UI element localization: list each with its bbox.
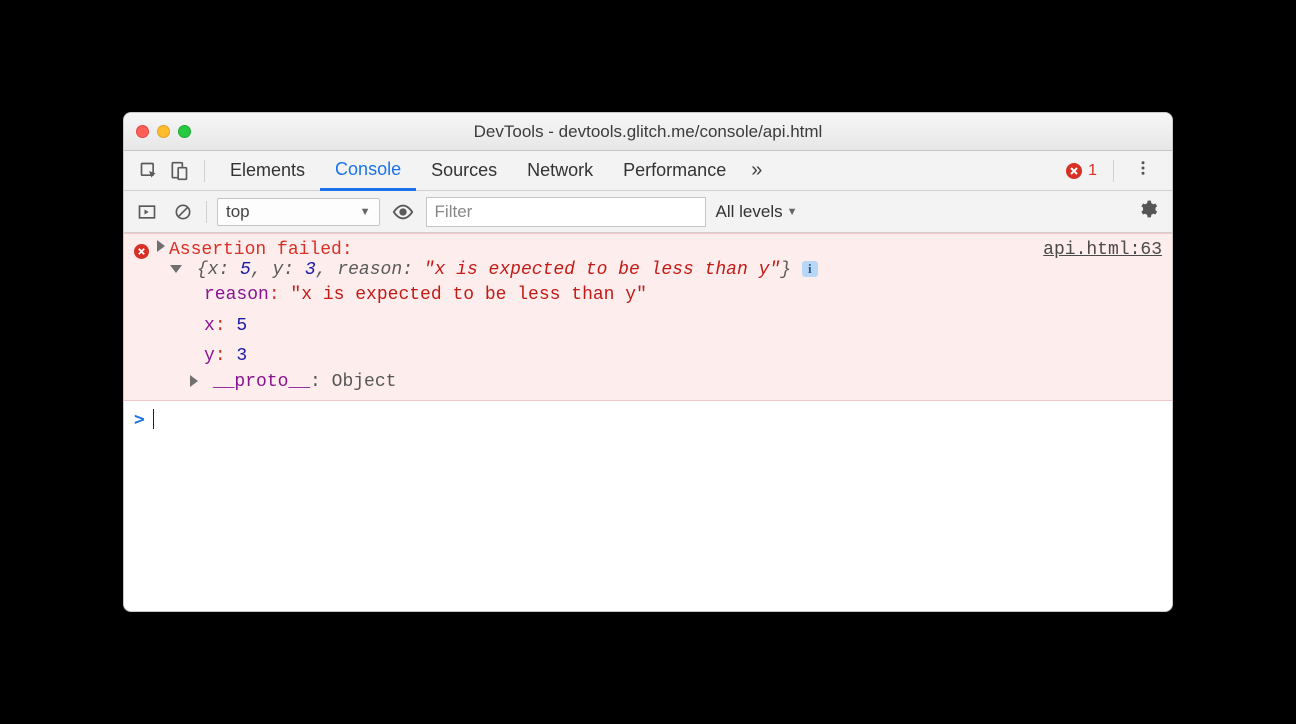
source-link[interactable]: api.html:63 bbox=[1043, 240, 1162, 260]
close-icon[interactable] bbox=[136, 125, 149, 138]
kebab-menu-icon[interactable] bbox=[1124, 159, 1162, 182]
separator bbox=[206, 201, 207, 223]
levels-label: All levels bbox=[716, 202, 783, 222]
clear-console-icon[interactable] bbox=[170, 199, 196, 225]
context-label: top bbox=[226, 202, 250, 222]
separator bbox=[1113, 160, 1114, 182]
object-properties: reason: "x is expected to be less than y… bbox=[134, 280, 1162, 372]
traffic-lights bbox=[136, 125, 191, 138]
main-tabbar: Elements Console Sources Network Perform… bbox=[124, 151, 1172, 191]
expand-toggle-icon[interactable] bbox=[190, 375, 198, 387]
zoom-icon[interactable] bbox=[178, 125, 191, 138]
console-toolbar: top ▼ Filter All levels ▼ bbox=[124, 191, 1172, 233]
devtools-window: DevTools - devtools.glitch.me/console/ap… bbox=[123, 112, 1173, 612]
error-icon bbox=[134, 244, 149, 259]
error-badge[interactable]: 1 bbox=[1066, 162, 1097, 180]
minimize-icon[interactable] bbox=[157, 125, 170, 138]
log-levels-select[interactable]: All levels ▼ bbox=[716, 202, 798, 222]
collapse-toggle-icon[interactable] bbox=[170, 265, 182, 273]
console-prompt[interactable]: > bbox=[124, 401, 1172, 438]
context-select[interactable]: top ▼ bbox=[217, 198, 380, 226]
chevron-down-icon: ▼ bbox=[787, 206, 798, 218]
tab-sources[interactable]: Sources bbox=[416, 151, 512, 191]
tab-console[interactable]: Console bbox=[320, 151, 416, 191]
error-count: 1 bbox=[1088, 162, 1097, 180]
tab-network[interactable]: Network bbox=[512, 151, 608, 191]
separator bbox=[204, 160, 205, 182]
window-title: DevTools - devtools.glitch.me/console/ap… bbox=[124, 122, 1172, 142]
titlebar: DevTools - devtools.glitch.me/console/ap… bbox=[124, 113, 1172, 151]
info-icon[interactable]: i bbox=[802, 261, 818, 277]
expand-toggle-icon[interactable] bbox=[157, 240, 165, 252]
tab-elements[interactable]: Elements bbox=[215, 151, 320, 191]
sidebar-toggle-icon[interactable] bbox=[134, 199, 160, 225]
gear-icon[interactable] bbox=[1134, 199, 1162, 224]
object-preview[interactable]: {x: 5, y: 3, reason: "x is expected to b… bbox=[134, 260, 1162, 280]
prompt-caret-icon: > bbox=[134, 409, 145, 430]
property-row[interactable]: reason: "x is expected to be less than y… bbox=[204, 280, 1162, 311]
tab-performance[interactable]: Performance bbox=[608, 151, 741, 191]
console-output: Assertion failed: api.html:63 {x: 5, y: … bbox=[124, 233, 1172, 611]
property-row[interactable]: y: 3 bbox=[204, 341, 1162, 372]
device-toolbar-icon[interactable] bbox=[164, 156, 194, 186]
chevron-down-icon: ▼ bbox=[360, 206, 371, 218]
filter-input[interactable]: Filter bbox=[426, 197, 706, 227]
proto-row[interactable]: __proto__: Object bbox=[134, 372, 1162, 392]
inspect-icon[interactable] bbox=[134, 156, 164, 186]
console-error-message: Assertion failed: api.html:63 {x: 5, y: … bbox=[124, 233, 1172, 401]
error-title: Assertion failed: bbox=[169, 240, 353, 260]
property-row[interactable]: x: 5 bbox=[204, 311, 1162, 342]
more-tabs-button[interactable]: » bbox=[741, 159, 772, 182]
text-cursor bbox=[153, 409, 154, 429]
eye-icon[interactable] bbox=[390, 199, 416, 225]
error-icon bbox=[1066, 163, 1082, 179]
filter-placeholder: Filter bbox=[435, 202, 473, 221]
